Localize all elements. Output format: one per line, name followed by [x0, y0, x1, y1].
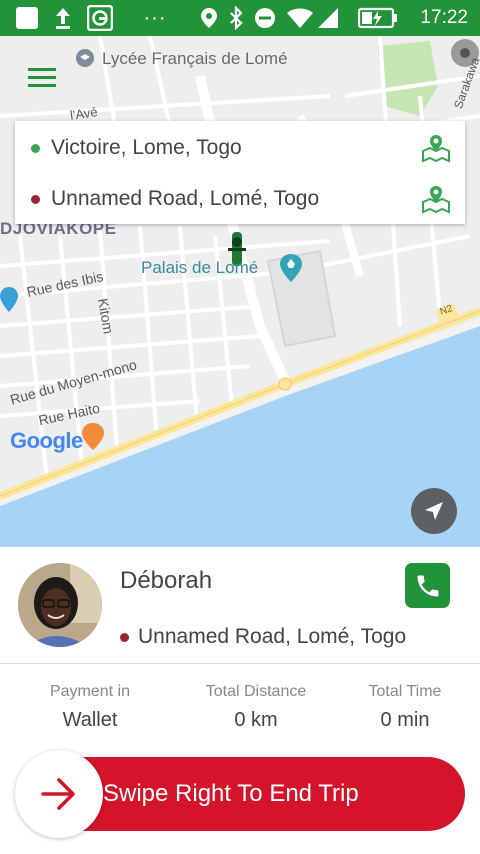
location-icon: [198, 0, 220, 36]
map-label-palais: Palais de Lomé: [141, 258, 259, 277]
route-card: Victoire, Lome, Togo Unnamed Road, Lomé,…: [15, 121, 465, 224]
status-time: 17:22: [420, 7, 468, 28]
app-logo-icon: [86, 0, 114, 36]
avatar: [18, 563, 102, 647]
stat-time-label: Total Time: [368, 683, 442, 700]
stat-distance: Total Distance 0 km: [176, 683, 336, 732]
my-location-button[interactable]: [411, 488, 457, 534]
stat-payment-value: Wallet: [62, 709, 118, 731]
bluetooth-icon: [226, 0, 246, 36]
map-label-lycee: Lycée Français de Lomé: [102, 49, 288, 68]
dropoff-address: Unnamed Road, Lomé, Togo: [51, 187, 320, 210]
pickup-map-pin-icon[interactable]: [421, 133, 451, 163]
download-arrow-icon: [50, 0, 76, 36]
signal-icon: [316, 0, 340, 36]
wifi-icon: [285, 0, 315, 36]
dropoff-row[interactable]: Unnamed Road, Lomé, Togo: [15, 174, 465, 224]
navigation-arrow-icon: [425, 502, 443, 520]
stat-payment: Payment in Wallet: [10, 683, 170, 732]
menu-icon[interactable]: [28, 68, 56, 88]
pickup-row[interactable]: Victoire, Lome, Togo: [15, 123, 465, 173]
map-view[interactable]: Lycée Français de Lomé l'Avé Sarakawa DJ…: [0, 36, 480, 547]
driver-name: Déborah: [120, 567, 213, 594]
do-not-disturb-icon: [253, 0, 277, 36]
swipe-label: Swipe Right To End Trip: [103, 780, 359, 807]
dropoff-map-pin-icon[interactable]: [421, 184, 451, 214]
stat-distance-value: 0 km: [234, 709, 278, 731]
google-logo: Google: [10, 428, 83, 454]
call-button[interactable]: [405, 563, 450, 608]
pickup-address: Victoire, Lome, Togo: [51, 136, 242, 159]
swipe-end-trip[interactable]: Swipe Right To End Trip: [15, 750, 465, 838]
stat-payment-label: Payment in: [49, 683, 131, 700]
destination-dot: [120, 632, 129, 642]
arrow-right-icon: [41, 778, 75, 810]
pickup-dot: [31, 143, 40, 153]
battery-charging-icon: [357, 0, 399, 36]
stat-time-value: 0 min: [380, 709, 430, 731]
divider: [0, 663, 480, 664]
swipe-handle[interactable]: [15, 750, 103, 838]
destination-row: Unnamed Road, Lomé, Togo: [120, 625, 406, 649]
stat-time: Total Time 0 min: [325, 683, 480, 732]
dropoff-dot: [31, 194, 40, 204]
destination-address: Unnamed Road, Lomé, Togo: [138, 625, 407, 648]
phone-icon: [417, 575, 438, 596]
trip-panel: Déborah Unnamed Road, Lomé, Togo Payment…: [0, 547, 480, 854]
stat-distance-label: Total Distance: [205, 683, 307, 700]
notification-square-icon: [14, 0, 40, 36]
more-dots-icon: ···: [143, 6, 167, 29]
status-bar: ··· 17:22: [0, 0, 480, 36]
google-logo-text: Google: [10, 428, 83, 453]
